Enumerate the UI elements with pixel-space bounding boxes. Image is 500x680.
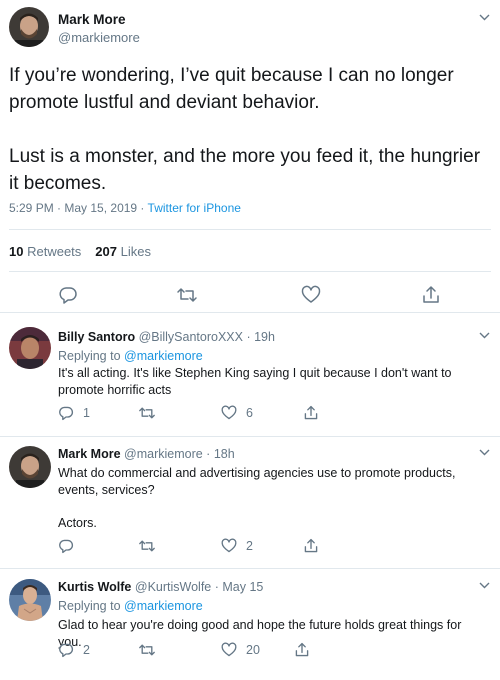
- tweet-text-paragraph: Lust is a monster, and the more you feed…: [9, 146, 481, 194]
- retweet-icon: [139, 407, 155, 419]
- likes-label: Likes: [120, 244, 151, 259]
- author-handle[interactable]: @BillySantoroXXX: [139, 330, 243, 344]
- like-button[interactable]: 2: [221, 538, 253, 554]
- reply-text: What do commercial and advertising agenc…: [58, 466, 456, 497]
- retweet-icon: [177, 288, 197, 302]
- reply-icon: [59, 643, 74, 658]
- likes-stat[interactable]: 207 Likes: [95, 244, 151, 259]
- share-button[interactable]: [303, 538, 319, 554]
- retweet-icon: [139, 644, 155, 656]
- retweet-button[interactable]: [138, 405, 165, 421]
- chevron-down-icon[interactable]: [479, 332, 490, 339]
- share-icon: [295, 642, 309, 657]
- retweet-button[interactable]: [138, 642, 165, 658]
- like-button[interactable]: 6: [221, 405, 253, 421]
- reply-header: Mark More @markiemore · 18h: [58, 447, 235, 461]
- replying-to-prefix: Replying to: [58, 599, 121, 613]
- like-count: 20: [246, 643, 260, 657]
- reply-button[interactable]: 1: [58, 405, 90, 421]
- heart-icon: [301, 285, 321, 303]
- author-name[interactable]: Kurtis Wolfe: [58, 580, 131, 594]
- heart-icon: [221, 538, 237, 553]
- reply-header: Kurtis Wolfe @KurtisWolfe · May 15: [58, 580, 264, 594]
- like-button[interactable]: [301, 285, 321, 305]
- tweet-date[interactable]: May 15, 2019: [64, 201, 137, 215]
- engagement-counts: 10 Retweets 207 Likes: [9, 244, 151, 259]
- reply-text: Glad to hear you're doing good and hope …: [58, 618, 462, 649]
- share-button[interactable]: [303, 405, 319, 421]
- avatar[interactable]: [9, 446, 51, 488]
- avatar[interactable]: [9, 327, 51, 369]
- main-tweet: Mark More @markiemore If you’re wonderin…: [0, 0, 500, 312]
- reply-icon: [59, 539, 74, 554]
- retweets-label: Retweets: [27, 244, 82, 259]
- chevron-down-icon[interactable]: [479, 14, 490, 21]
- divider: [9, 271, 491, 272]
- reply-count: 1: [83, 406, 90, 420]
- chevron-down-icon[interactable]: [479, 449, 490, 456]
- tweet-source[interactable]: Twitter for iPhone: [148, 201, 241, 215]
- reply-age[interactable]: May 15: [222, 580, 263, 594]
- reply-header: Billy Santoro @BillySantoroXXX · 19h: [58, 330, 275, 344]
- reply-button[interactable]: [58, 285, 78, 305]
- author-handle[interactable]: @KurtisWolfe: [135, 580, 211, 594]
- retweet-button[interactable]: [138, 538, 165, 554]
- tweet-time[interactable]: 5:29 PM: [9, 201, 54, 215]
- likes-count: 207: [95, 244, 117, 259]
- replying-to-link[interactable]: @markiemore: [124, 349, 203, 363]
- author-name[interactable]: Mark More: [58, 12, 126, 27]
- retweets-stat[interactable]: 10 Retweets: [9, 244, 81, 259]
- retweet-button[interactable]: [176, 285, 198, 305]
- author-name[interactable]: Billy Santoro: [58, 330, 135, 344]
- reply-button[interactable]: [58, 538, 83, 554]
- author-handle[interactable]: @markiemore: [58, 30, 140, 45]
- chevron-down-icon[interactable]: [479, 582, 490, 589]
- replying-to-prefix: Replying to: [58, 349, 121, 363]
- like-count: 2: [246, 539, 253, 553]
- reply-button[interactable]: 2: [58, 642, 90, 658]
- tweet-text: If you’re wondering, I’ve quit because I…: [9, 62, 494, 197]
- reply-age[interactable]: 18h: [214, 447, 235, 461]
- reply-age[interactable]: 19h: [254, 330, 275, 344]
- retweet-icon: [139, 540, 155, 552]
- reply-tweet[interactable]: Billy Santoro @BillySantoroXXX · 19h Rep…: [0, 312, 500, 436]
- like-count: 6: [246, 406, 253, 420]
- share-icon: [423, 286, 439, 303]
- author-handle[interactable]: @markiemore: [124, 447, 203, 461]
- tweet-text-paragraph: If you’re wondering, I’ve quit because I…: [9, 65, 454, 113]
- share-icon: [304, 538, 318, 553]
- share-button[interactable]: [421, 285, 441, 305]
- like-button[interactable]: 20: [221, 642, 260, 658]
- reply-tweet[interactable]: Kurtis Wolfe @KurtisWolfe · May 15 Reply…: [0, 568, 500, 680]
- replying-to-link[interactable]: @markiemore: [124, 599, 203, 613]
- heart-icon: [221, 405, 237, 420]
- share-icon: [304, 405, 318, 420]
- replying-to: Replying to @markiemore: [58, 599, 203, 613]
- reply-count: 2: [83, 643, 90, 657]
- divider: [9, 229, 491, 230]
- reply-text: Actors.: [58, 516, 97, 530]
- retweets-count: 10: [9, 244, 24, 259]
- reply-text: It's all acting. It's like Stephen King …: [58, 366, 452, 397]
- author-name[interactable]: Mark More: [58, 447, 121, 461]
- reply-tweet[interactable]: Mark More @markiemore · 18h What do comm…: [0, 436, 500, 568]
- replying-to: Replying to @markiemore: [58, 349, 203, 363]
- share-button[interactable]: [294, 642, 310, 658]
- avatar[interactable]: [9, 579, 51, 621]
- tweet-meta: 5:29 PM · May 15, 2019 · Twitter for iPh…: [9, 201, 241, 215]
- reply-icon: [59, 406, 74, 421]
- heart-icon: [221, 642, 237, 657]
- avatar[interactable]: [9, 7, 49, 47]
- reply-icon: [59, 287, 77, 304]
